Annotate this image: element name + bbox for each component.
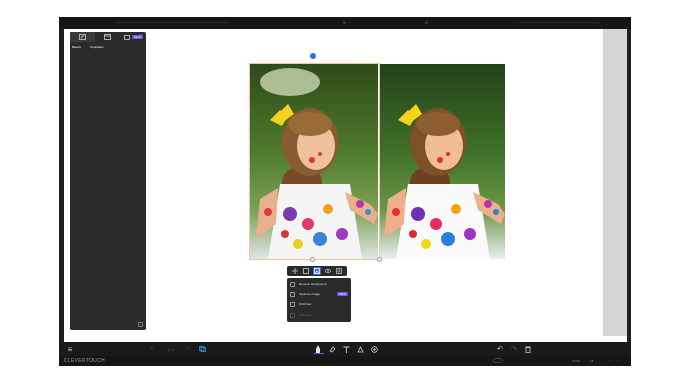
status-bar: CLEVERTOUCH 13:03 18 ⇔ ⇔	[59, 356, 631, 366]
menu-item-label: OCR text	[299, 302, 312, 306]
resize-handle-bottom[interactable]	[310, 257, 315, 262]
layer-icon	[290, 312, 295, 318]
indicator-icon	[493, 358, 503, 363]
text-tool-button[interactable]	[341, 344, 351, 354]
image-tools-button[interactable]	[312, 267, 321, 275]
optimized-image[interactable]	[380, 64, 505, 259]
crop-button[interactable]	[302, 267, 310, 275]
camera-icon	[343, 21, 346, 24]
menu-item-label: Optimize image	[299, 292, 320, 296]
scrollbar[interactable]	[603, 29, 627, 336]
page-indicator: 1 / 1	[167, 346, 175, 352]
pen-icon	[316, 345, 320, 353]
crop-icon	[302, 268, 309, 274]
shape-tool-button[interactable]	[355, 344, 365, 354]
eye-icon	[325, 269, 332, 273]
close-icon[interactable]: ×	[137, 33, 144, 40]
image-context-menu: Remove background Optimize image NEW OCR…	[287, 278, 351, 322]
fullscreen-icon[interactable]: ⇔	[609, 359, 612, 363]
menu-icon[interactable]: ≡	[65, 344, 75, 354]
trash-icon	[525, 346, 531, 353]
status-time-b: 18	[590, 359, 594, 363]
device-frame: NEW × Basics Templates Remove background…	[59, 17, 631, 366]
image-toolbar	[287, 266, 347, 276]
remove-bg-icon	[290, 281, 295, 287]
pages-icon	[198, 346, 206, 352]
menu-item-label: Sort layer	[299, 313, 312, 317]
redo-icon[interactable]: ↷	[509, 344, 519, 354]
move-button[interactable]	[291, 267, 299, 275]
resize-handle-corner[interactable]	[377, 257, 382, 262]
image-icon	[314, 268, 320, 274]
shape-icon	[356, 345, 364, 352]
tab-edit[interactable]	[70, 32, 96, 42]
add-tool-button[interactable]	[369, 344, 379, 354]
whiteboard-canvas[interactable]: NEW × Basics Templates Remove background…	[64, 29, 627, 355]
active-tool-indicator	[314, 353, 324, 354]
bottom-toolbar: ≡ ‹ 1 / 1 › ↶ ↷	[59, 342, 631, 356]
eraser-tool-button[interactable]	[327, 344, 337, 354]
sensor-icon	[425, 21, 428, 24]
sidebar-panel: NEW × Basics Templates	[70, 32, 146, 330]
screen-icon	[123, 34, 130, 40]
edit-icon	[79, 34, 87, 40]
add-circle-icon	[370, 345, 378, 353]
sidebar-tabs: NEW	[70, 32, 146, 42]
next-page-icon[interactable]: ›	[183, 344, 193, 354]
tab-layout[interactable]	[95, 32, 120, 42]
menu-item-remove-background[interactable]: Remove background	[287, 279, 351, 289]
eraser-icon	[328, 345, 336, 352]
menu-item-optimize-image[interactable]: Optimize image NEW	[287, 289, 351, 299]
subtab-templates[interactable]: Templates	[90, 45, 104, 49]
resize-icon[interactable]	[138, 322, 143, 327]
ocr-icon	[290, 301, 295, 307]
subtab-basics[interactable]: Basics	[72, 45, 81, 49]
move-icon	[291, 268, 298, 274]
expand-icon[interactable]: ⇔	[617, 359, 620, 363]
prev-page-icon[interactable]: ‹	[147, 344, 157, 354]
grid-icon	[336, 268, 343, 274]
text-icon	[343, 346, 349, 353]
layout-icon	[104, 34, 112, 40]
bezel-line	[115, 22, 229, 23]
rotate-handle[interactable]	[310, 53, 316, 59]
grid-button[interactable]	[335, 267, 343, 275]
menu-item-sort-layer[interactable]: Sort layer	[287, 310, 351, 320]
new-badge: NEW	[337, 292, 348, 296]
undo-icon[interactable]: ↶	[495, 344, 505, 354]
menu-item-label: Remove background	[299, 282, 327, 286]
selection-box[interactable]	[249, 63, 380, 260]
sidebar-subtabs: Basics Templates	[72, 45, 104, 49]
bezel-line	[519, 22, 599, 23]
visibility-button[interactable]	[324, 267, 332, 275]
delete-button[interactable]	[523, 344, 533, 354]
photo-optimized	[380, 64, 505, 259]
brand-logo: CLEVERTOUCH	[64, 358, 105, 364]
optimize-icon	[290, 291, 295, 297]
pages-button[interactable]	[197, 344, 207, 354]
top-bezel	[59, 17, 631, 29]
menu-item-ocr-text[interactable]: OCR text	[287, 299, 351, 309]
status-time-a: 13:03	[572, 359, 580, 363]
